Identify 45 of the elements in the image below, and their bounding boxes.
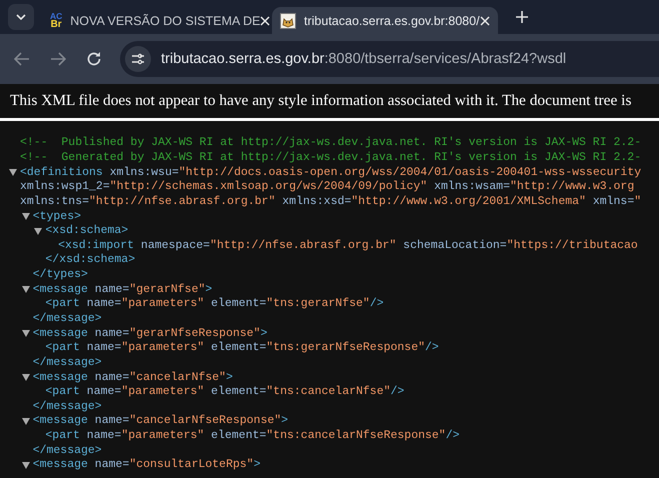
forward-arrow-icon[interactable] xyxy=(50,52,66,66)
xml-line: <!-- Generated by JAX-WS RI at http://jax-ws.dev.java.net. RI's version is JAX-WS RI 2.2- xyxy=(20,150,642,165)
xml-line: <definitions xmlns:wsu="http://docs.oasis-open.org/wss/2004/01/oasis-200401-wss-wssecurity xyxy=(20,166,642,180)
disclosure-triangle-icon[interactable] xyxy=(22,213,30,220)
xml-line: <message name="consultarLoteRps"> xyxy=(32,458,260,472)
xml-line: </message> xyxy=(32,444,102,458)
disclosure-triangle-icon[interactable] xyxy=(22,286,30,294)
disclosure-triangle-icon[interactable] xyxy=(22,462,30,469)
cat-icon xyxy=(280,12,296,28)
xml-line: <!-- Published by JAX-WS RI at http://jax-ws.dev.java.net. RI's version is JAX-WS RI 2.2- xyxy=(20,136,642,150)
disclosure-triangle-icon[interactable] xyxy=(22,418,30,425)
site-logo: AC Br xyxy=(50,12,62,30)
close-icon[interactable] xyxy=(260,16,270,26)
address-field[interactable]: tributacao.serra.es.gov.br:8080/tbserra/services/Abrasf24?wsdl xyxy=(120,41,659,77)
xml-line: <message name="gerarNfseResponse"> xyxy=(32,326,268,341)
xml-line: <part name="parameters" element="tns:gerarNfseResponse"/> xyxy=(45,341,439,356)
disclosure-triangle-icon[interactable] xyxy=(34,228,42,235)
xml-line: <message name="gerarNfse"> xyxy=(32,282,212,297)
info-message: This XML file does not appear to have any style information associated with it. The document tree is xyxy=(10,92,632,110)
xml-line: </message> xyxy=(32,312,102,326)
browser-tab[interactable]: tributacao.serra.es.gov.br:8080/ xyxy=(272,7,498,34)
close-icon[interactable] xyxy=(480,16,490,26)
xml-line: <part name="parameters" element="tns:cancelarNfseResponse"/> xyxy=(45,429,460,444)
xml-line: <xsd:import namespace="http://nfse.abrasf.org.br" schemaLocation="https://tributacao xyxy=(58,238,638,253)
xml-line: xmlns:wsp1_2="http://schemas.xmlsoap.org/ws/2004/09/policy" xmlns:wsam="http://www.w3.org xyxy=(20,180,634,194)
reload-icon[interactable] xyxy=(86,51,102,67)
disclosure-triangle-icon[interactable] xyxy=(22,374,30,382)
xml-line: <part name="parameters" element="tns:cancelarNfse"/> xyxy=(45,385,404,400)
tab-search-button[interactable] xyxy=(8,4,34,30)
disclosure-triangle-icon[interactable] xyxy=(9,169,17,176)
xml-line: <message name="cancelarNfseResponse"> xyxy=(32,414,288,428)
xml-line: </xsd:schema> xyxy=(45,253,136,268)
xml-line: xmlns:tns="http://nfse.abrasf.org.br" xmlns:xsd="http://www.w3.org/2001/XMLSchema" xmlns=" xyxy=(20,194,642,209)
chevron-down-icon xyxy=(16,14,26,20)
xml-line: </message> xyxy=(32,356,102,370)
xml-line: </types> xyxy=(32,268,88,282)
back-arrow-icon[interactable] xyxy=(14,52,30,66)
xml-line: <message name="cancelarNfse"> xyxy=(32,370,233,385)
xml-line: <types> xyxy=(32,210,81,224)
site-settings-icon[interactable] xyxy=(125,46,151,72)
disclosure-triangle-icon[interactable] xyxy=(22,330,30,338)
xml-line: <xsd:schema> xyxy=(45,224,128,238)
xml-line: <part name="parameters" element="tns:gerarNfse"/> xyxy=(45,297,384,312)
xml-line: </message> xyxy=(32,400,102,414)
new-tab-icon[interactable] xyxy=(516,11,528,23)
